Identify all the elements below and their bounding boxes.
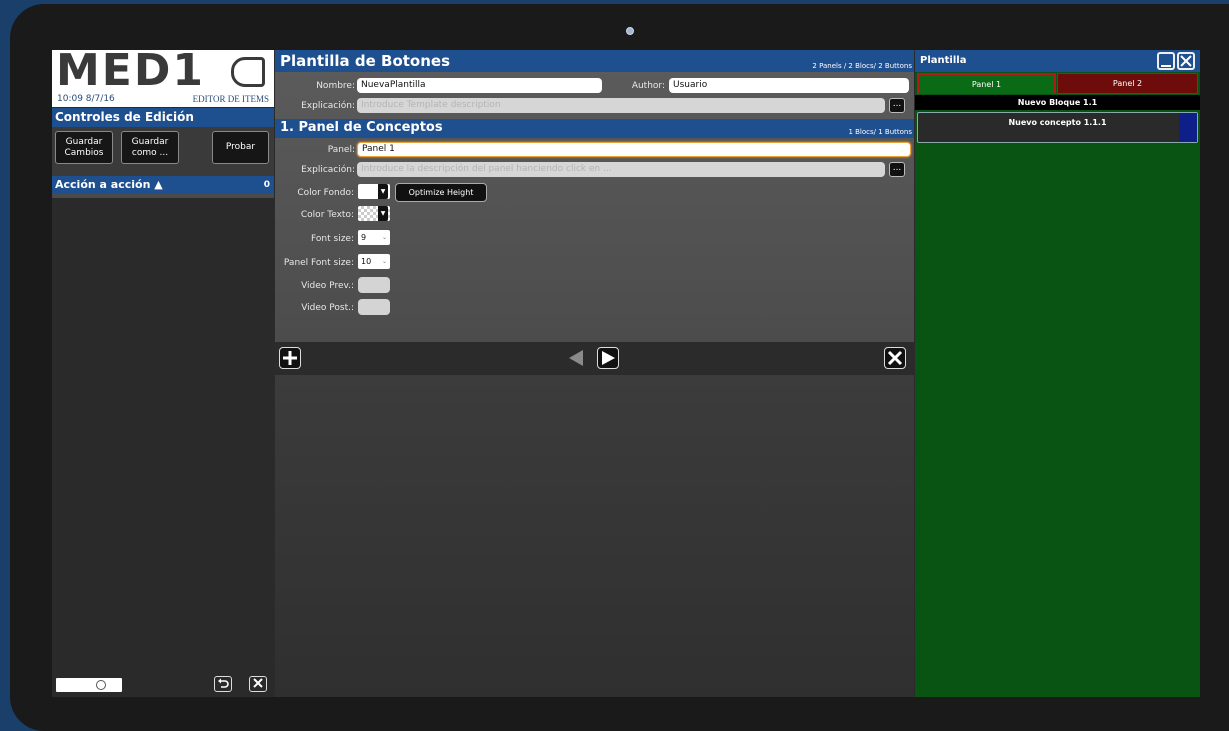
preview-header: Plantilla — [915, 50, 1200, 72]
panel-font-size-value: 10 — [361, 257, 372, 266]
panel-toolbar — [275, 342, 914, 375]
toggle-knob-icon — [96, 680, 106, 690]
template-header: Plantilla de Botones 2 Panels / 2 Blocs/… — [275, 50, 914, 72]
chevron-down-icon: ▼ — [378, 206, 388, 221]
logo-ring-icon — [231, 57, 265, 87]
color-fondo-label: Color Fondo: — [297, 188, 354, 198]
logo-text: MED1 — [56, 50, 205, 96]
next-button[interactable] — [597, 347, 619, 369]
close-icon — [887, 350, 903, 366]
action-list[interactable] — [52, 198, 274, 673]
close-icon — [1180, 55, 1192, 67]
save-changes-button[interactable]: Guardar Cambios — [55, 131, 113, 164]
font-size-select[interactable]: 9 ⌄ — [358, 230, 390, 245]
plus-icon — [283, 351, 297, 365]
name-label: Nombre: — [316, 81, 355, 91]
delete-panel-button[interactable] — [884, 347, 906, 369]
test-button-label: Probar — [225, 142, 256, 152]
font-size-value: 9 — [361, 233, 367, 242]
panel-font-size-select[interactable]: 10 ⌄ — [358, 254, 390, 269]
preview-panel: Plantilla Panel 1 Panel 2 Nuevo Bloque 1… — [915, 50, 1200, 697]
template-desc-label: Explicación: — [301, 101, 355, 111]
video-prev-label: Video Prev.: — [301, 281, 354, 291]
status-row: 10:09 8/7/16 EDITOR DE ITEMS — [52, 94, 274, 107]
chevron-down-icon: ⌄ — [381, 234, 387, 241]
test-button[interactable]: Probar — [212, 131, 269, 164]
left-footer — [52, 673, 274, 697]
concept-color-strip — [1179, 113, 1197, 142]
editor-panel: Plantilla de Botones 2 Panels / 2 Blocs/… — [275, 50, 914, 697]
controls-area: Guardar Cambios Guardar como ... Probar — [52, 127, 274, 176]
author-field[interactable]: Usuario — [669, 78, 909, 93]
undo-icon — [218, 678, 229, 688]
panel-header: 1. Panel de Conceptos 1 Blocs/ 1 Buttons — [275, 119, 914, 138]
minimize-button[interactable] — [1157, 52, 1175, 70]
preview-title: Plantilla — [920, 55, 967, 66]
tab-panel-1[interactable]: Panel 1 — [917, 73, 1056, 94]
template-desc-more-button[interactable]: ... — [889, 98, 905, 113]
prev-button[interactable] — [565, 347, 587, 369]
panel-desc-field[interactable]: Introduce la descripción del panel hanci… — [357, 162, 885, 177]
panel-desc-label: Explicación: — [301, 165, 355, 175]
accion-label: Acción a acción ▲ — [55, 178, 163, 191]
save-changes-line1: Guardar — [65, 136, 103, 147]
controls-header: Controles de Edición — [52, 108, 274, 127]
arrow-left-icon — [569, 350, 583, 366]
video-prev-button[interactable] — [358, 277, 390, 293]
save-changes-line2: Cambios — [64, 147, 104, 158]
save-as-line1: Guardar — [131, 136, 169, 147]
color-texto-label: Color Texto: — [300, 210, 354, 220]
panel-title: 1. Panel de Conceptos — [280, 120, 443, 135]
add-button[interactable] — [279, 347, 301, 369]
template-title: Plantilla de Botones — [280, 52, 451, 70]
panel-desc-more-button[interactable]: ... — [889, 162, 905, 177]
accion-count: 0 — [263, 180, 270, 190]
camera-icon — [626, 27, 634, 35]
close-icon — [253, 678, 263, 688]
save-as-line2: como ... — [131, 147, 169, 158]
arrow-right-icon — [602, 351, 615, 365]
close-preview-button[interactable] — [1177, 52, 1195, 70]
name-field[interactable]: NuevaPlantilla — [357, 78, 602, 93]
clock: 10:09 8/7/16 — [57, 94, 115, 104]
panel-name-field[interactable]: Panel 1 — [357, 142, 911, 157]
concept-label: Nuevo concepto 1.1.1 — [1008, 118, 1107, 127]
left-sidebar: MED1 10:09 8/7/16 EDITOR DE ITEMS Contro… — [52, 50, 274, 697]
chevron-down-icon: ⌄ — [381, 258, 387, 265]
accion-header[interactable]: Acción a acción ▲ 0 — [52, 176, 274, 194]
chevron-down-icon: ▼ — [378, 184, 388, 199]
template-desc-field[interactable]: Introduce Template description — [357, 98, 885, 113]
editor-label: EDITOR DE ITEMS — [192, 94, 269, 104]
template-counts: 2 Panels / 2 Blocs/ 2 Buttons — [812, 62, 912, 70]
panel-counts: 1 Blocs/ 1 Buttons — [848, 128, 912, 136]
panel-name-label: Panel: — [327, 145, 355, 155]
font-size-label: Font size: — [311, 234, 354, 244]
mode-toggle[interactable] — [56, 678, 122, 692]
color-texto-picker[interactable]: ▼ — [358, 206, 390, 221]
close-button[interactable] — [249, 676, 267, 692]
optimize-height-button[interactable]: Optimize Height — [395, 183, 487, 202]
video-post-button[interactable] — [358, 299, 390, 315]
block-header: Nuevo Bloque 1.1 — [915, 95, 1200, 110]
panel-font-size-label: Panel Font size: — [283, 258, 354, 268]
app-screen: MED1 10:09 8/7/16 EDITOR DE ITEMS Contro… — [52, 50, 1200, 697]
undo-button[interactable] — [214, 676, 232, 692]
concept-button[interactable]: Nuevo concepto 1.1.1 — [917, 112, 1198, 143]
color-fondo-picker[interactable]: ▼ — [358, 184, 390, 199]
author-label: Author: — [631, 81, 665, 91]
tab-panel-2[interactable]: Panel 2 — [1057, 73, 1198, 94]
minimize-icon — [1161, 65, 1171, 67]
logo: MED1 — [52, 50, 274, 96]
video-post-label: Video Post.: — [301, 303, 354, 313]
save-as-button[interactable]: Guardar como ... — [121, 131, 179, 164]
